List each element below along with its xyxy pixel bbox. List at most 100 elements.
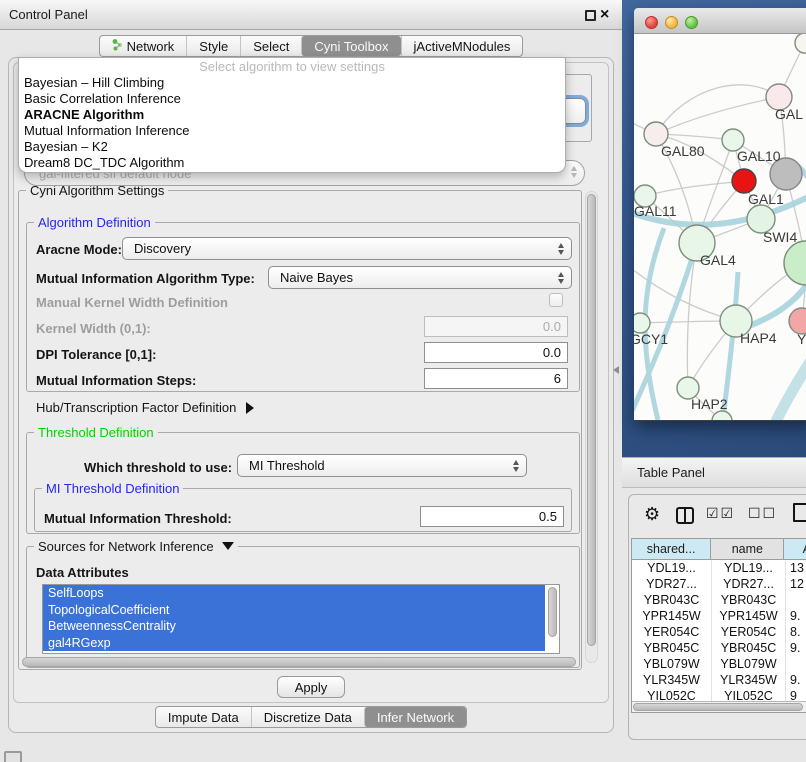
mi-threshold-definition-title: MI Threshold Definition: [42, 481, 183, 496]
bottom-tab-bar: Impute DataDiscretize Data Infer Network: [0, 706, 622, 728]
table-cell: YLR345W: [632, 672, 712, 688]
stepper-arrows-icon: [558, 272, 564, 284]
algorithm-option-dream8-dc-tdc-algorithm[interactable]: Dream8 DC_TDC Algorithm: [19, 155, 565, 171]
table-row[interactable]: YER054CYER054C8.: [632, 624, 806, 640]
collapsed-panel-icon[interactable]: [4, 751, 22, 762]
table-cell: YBR045C: [712, 640, 786, 656]
network-node[interactable]: [784, 241, 806, 285]
float-window-icon[interactable]: [585, 10, 596, 21]
kernel-width-input[interactable]: 0.0: [424, 316, 568, 337]
collapse-down-icon: [222, 542, 234, 550]
data-attributes-label: Data Attributes: [36, 565, 129, 580]
network-node[interactable]: [712, 411, 732, 420]
sources-toggle[interactable]: Sources for Network Inference: [34, 539, 238, 554]
table-cell: 9.: [786, 640, 806, 656]
aracne-mode-select[interactable]: Discovery: [122, 237, 572, 260]
mi-steps-input[interactable]: 6: [424, 368, 568, 389]
tab-network[interactable]: Network: [100, 36, 187, 56]
attribute-item-gal4rgexp[interactable]: gal4RGexp: [43, 635, 545, 652]
threshold-definition-title: Threshold Definition: [34, 425, 158, 440]
mi-algorithm-type-select[interactable]: Naive Bayes: [268, 266, 572, 289]
attribute-item-selfloops[interactable]: SelfLoops: [43, 585, 545, 602]
dpi-tolerance-label: DPI Tolerance [0,1]:: [36, 347, 156, 362]
control-panel-titlebar: Control Panel ×: [0, 0, 622, 30]
node-label-gal1: GAL1: [748, 191, 784, 207]
table-row[interactable]: YDR27...YDR27...12: [632, 576, 806, 592]
algorithm-option-bayesian-hill-climbing[interactable]: Bayesian – Hill Climbing: [19, 75, 565, 91]
hub-definition-toggle[interactable]: Hub/Transcription Factor Definition: [36, 400, 254, 415]
horizontal-scrollbar[interactable]: [22, 657, 576, 667]
mac-close-icon[interactable]: [645, 16, 658, 29]
table-row[interactable]: YBL079WYBL079W: [632, 656, 806, 672]
which-threshold-value: MI Threshold: [249, 458, 325, 473]
table-row[interactable]: YBR043CYBR043C: [632, 592, 806, 608]
attribute-item-betweennesscentrality[interactable]: BetweennessCentrality: [43, 618, 545, 635]
tab-style[interactable]: Style: [186, 36, 240, 56]
node-label-gal: GAL: [775, 106, 803, 122]
unchecked-boxes-icon[interactable]: ☐☐: [748, 506, 777, 522]
tab-cyni-toolbox[interactable]: Cyni Toolbox: [301, 36, 400, 56]
network-window-titlebar[interactable]: [634, 8, 806, 34]
control-panel-title: Control Panel: [9, 0, 88, 29]
network-icon: [112, 38, 123, 54]
table-row[interactable]: YLR345WYLR345W9.: [632, 672, 806, 688]
table-rows: YDL19...YDL19...13YDR27...YDR27...12YBR0…: [632, 560, 806, 703]
tab-infer-network[interactable]: Infer Network: [364, 707, 466, 727]
apply-button[interactable]: Apply: [277, 676, 346, 698]
top-tab-bar: Network Style SelectCyni ToolboxjActiveMNo…: [0, 35, 622, 57]
mac-zoom-icon[interactable]: [685, 16, 698, 29]
stepper-arrows-icon: [513, 460, 519, 472]
attributes-list-scrollbar[interactable]: [548, 587, 557, 637]
table-cell: 12: [786, 576, 806, 592]
which-threshold-select[interactable]: MI Threshold: [237, 454, 527, 477]
column-header-a[interactable]: A: [784, 539, 806, 560]
tab-label: Network: [127, 39, 175, 54]
data-attributes-list[interactable]: SelfLoopsTopologicalCoefficientBetweenne…: [42, 584, 560, 654]
table-cell: [786, 592, 806, 608]
table-cell: 9.: [786, 672, 806, 688]
table-cell: YER054C: [632, 624, 712, 640]
table-cell: 13: [786, 560, 806, 576]
network-node[interactable]: [634, 313, 650, 333]
algorithm-option-bayesian-k2[interactable]: Bayesian – K2: [19, 139, 565, 155]
mac-minimize-icon[interactable]: [665, 16, 678, 29]
node-label-y: Y: [797, 331, 806, 347]
columns-icon[interactable]: [676, 507, 694, 524]
manual-kernel-width-checkbox[interactable]: [549, 293, 563, 307]
document-icon[interactable]: [793, 503, 806, 522]
mi-steps-label: Mutual Information Steps:: [36, 373, 196, 388]
checked-boxes-icon[interactable]: ☑☑: [706, 506, 735, 522]
network-node[interactable]: [732, 169, 756, 193]
dpi-tolerance-input[interactable]: 0.0: [424, 342, 568, 363]
column-header-name[interactable]: name: [711, 539, 784, 560]
network-node[interactable]: [795, 34, 806, 53]
algorithm-option-aracne-algorithm[interactable]: ARACNE Algorithm: [19, 107, 565, 123]
settings-vertical-scrollbar[interactable]: [585, 191, 598, 663]
tab-select[interactable]: Select: [240, 36, 301, 56]
network-canvas[interactable]: GALGAL80GAL10GAL1GAL11SWI4GAL4GCY1HAP4YH…: [634, 34, 806, 420]
algorithm-option-mutual-information-inference[interactable]: Mutual Information Inference: [19, 123, 565, 139]
attribute-item-topologicalcoefficient[interactable]: TopologicalCoefficient: [43, 602, 545, 619]
tab-label: Style: [199, 39, 228, 54]
mi-threshold-label: Mutual Information Threshold:: [44, 511, 232, 526]
panel-divider-handle-icon[interactable]: [613, 366, 619, 374]
tab-impute-data[interactable]: Impute Data: [156, 707, 251, 727]
table-row[interactable]: YBR045CYBR045C9.: [632, 640, 806, 656]
stepper-arrows-icon: [558, 243, 564, 255]
table-row[interactable]: YDL19...YDL19...13: [632, 560, 806, 576]
table-row[interactable]: YPR145WYPR145W9.: [632, 608, 806, 624]
tab-label: Infer Network: [377, 710, 454, 725]
table-cell: 8.: [786, 624, 806, 640]
column-header-shared[interactable]: shared...: [632, 539, 711, 560]
node-label-gal4: GAL4: [700, 252, 736, 268]
mi-threshold-input[interactable]: 0.5: [420, 506, 564, 527]
algorithm-option-basic-correlation-inference[interactable]: Basic Correlation Inference: [19, 91, 565, 107]
tab-discretize-data[interactable]: Discretize Data: [251, 707, 364, 727]
gear-icon[interactable]: ⚙: [644, 504, 660, 525]
expand-right-icon: [246, 402, 254, 414]
table-horizontal-scrollbar[interactable]: [632, 701, 806, 712]
tab-jactivemnodules[interactable]: jActiveMNodules: [401, 36, 523, 56]
node-label-hap4: HAP4: [740, 330, 777, 346]
table-cell: YBL079W: [632, 656, 712, 672]
close-icon[interactable]: ×: [600, 5, 609, 25]
